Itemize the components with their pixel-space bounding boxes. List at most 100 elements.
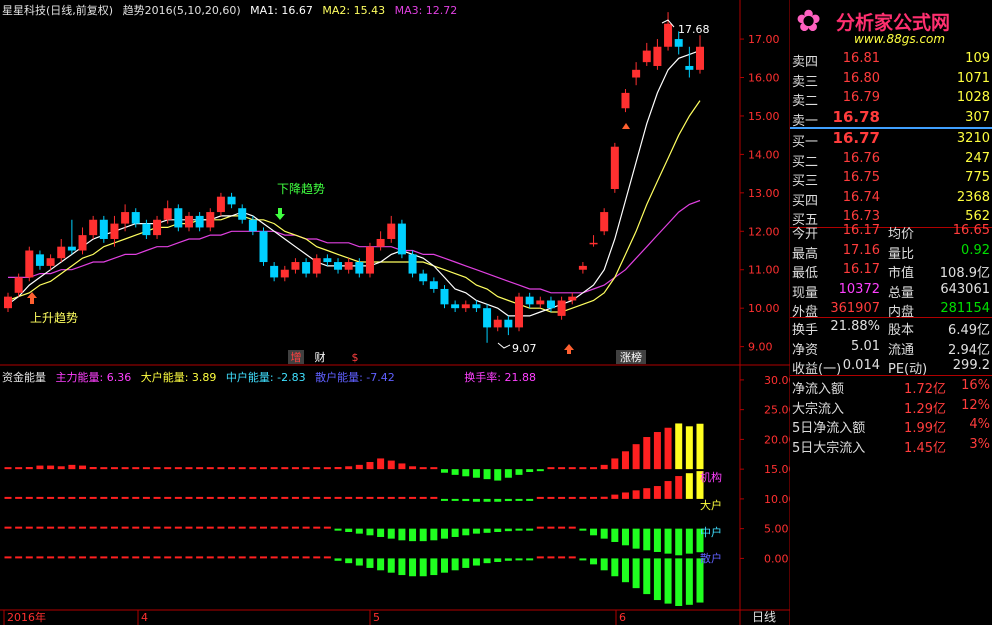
stat-label: 现量 — [792, 285, 819, 301]
energy-bar — [185, 467, 193, 470]
energy-bar — [323, 496, 331, 499]
energy-bar — [632, 558, 640, 589]
energy-bar — [206, 467, 214, 470]
energy-bar — [57, 526, 65, 529]
energy-bar — [228, 556, 236, 559]
energy-bar — [206, 526, 214, 529]
candle-body — [259, 231, 268, 263]
flow-percent: 16% — [961, 378, 990, 393]
energy-bar — [526, 558, 534, 561]
energy-bar — [451, 528, 459, 537]
energy-bar — [47, 496, 55, 499]
candle-body — [525, 296, 534, 305]
ma1-line — [7, 50, 701, 317]
sell-volume: 307 — [965, 109, 990, 125]
candle-body — [461, 304, 470, 309]
candle-body — [664, 23, 673, 47]
energy-bar — [153, 526, 161, 529]
energy-bar — [611, 494, 619, 499]
energy-bar — [504, 528, 512, 532]
energy-bar — [643, 437, 651, 470]
candle-body — [312, 258, 321, 274]
energy-bar — [462, 469, 470, 477]
sell-level-label: 卖四 — [792, 55, 819, 70]
candle-body — [504, 319, 513, 328]
candle-body — [653, 46, 662, 66]
energy-bar — [260, 556, 268, 559]
mid-energy: 中户能量: -2.83 — [225, 371, 306, 384]
energy-bar — [260, 467, 268, 470]
stat-row: 现量 10372 总量 643061 — [792, 281, 990, 301]
buy-row: 买三 16.75 775 — [792, 169, 990, 189]
energy-bar — [217, 556, 225, 559]
energy-bar — [653, 528, 661, 552]
buy-level-label: 买二 — [792, 154, 819, 170]
energy-bar — [217, 496, 225, 499]
energy-bar — [653, 486, 661, 499]
up-arrow-icon — [27, 292, 37, 304]
flow-row: 5日净流入额 1.99亿 4% — [792, 416, 990, 436]
energy-bar — [323, 556, 331, 559]
energy-bar — [483, 558, 491, 564]
energy-bar — [355, 558, 363, 566]
stat-value: 17.16 — [842, 242, 880, 258]
stat-value: 643061 — [940, 281, 990, 297]
energy-bar — [536, 469, 544, 472]
energy-bar — [68, 464, 76, 470]
energy-bar — [164, 556, 172, 559]
stock-chart-window: 9.00 10.00 11.00 12.00 13.00 14.00 15.00 16.00 1… — [0, 0, 992, 625]
ma3-line — [8, 199, 701, 294]
energy-bar — [164, 496, 172, 499]
ma1-value: MA1: 16.67 — [250, 4, 313, 17]
energy-bar — [515, 469, 523, 475]
buy-price: 16.76 — [842, 150, 880, 166]
stat-value: 0.92 — [961, 242, 990, 258]
buy-level-label: 买三 — [792, 174, 819, 189]
big-energy: 大户能量: 3.89 — [140, 371, 217, 384]
energy-bar — [323, 467, 331, 470]
energy-bar — [632, 490, 640, 499]
sub-indicator-name: 资金能量 — [2, 371, 46, 384]
energy-bar — [185, 556, 193, 559]
energy-bar — [291, 556, 299, 559]
energy-bar — [121, 526, 129, 529]
energy-bar — [196, 526, 204, 529]
energy-bar — [110, 467, 118, 470]
high-price-label: 17.68 — [678, 23, 710, 36]
stock-title: 星星科技(日线,前复权) — [2, 4, 114, 17]
energy-bar — [174, 467, 182, 470]
energy-bar — [621, 492, 629, 499]
energy-bar — [79, 496, 87, 499]
time-label: 6 — [619, 611, 626, 624]
stat-row: 最低 16.17 市值 108.9亿 — [792, 261, 990, 281]
energy-bar — [600, 558, 608, 571]
energy-bar — [238, 467, 246, 470]
energy-bar — [110, 526, 118, 529]
energy-bar — [238, 526, 246, 529]
energy-bar — [89, 556, 97, 559]
energy-bar — [174, 496, 182, 499]
sub-tick-label: 0.00 — [764, 552, 789, 565]
energy-bar — [100, 467, 108, 470]
energy-bar — [345, 496, 353, 499]
energy-bar — [366, 462, 374, 470]
energy-bar — [345, 528, 353, 532]
energy-bar — [153, 496, 161, 499]
candle-body — [493, 319, 502, 328]
energy-bar — [355, 464, 363, 470]
energy-bar — [238, 556, 246, 559]
down-arrow-icon — [275, 208, 285, 220]
fund-label: 净资 — [792, 342, 819, 358]
candle-body — [291, 262, 300, 270]
candle-body — [578, 265, 587, 270]
down-trend-label: 下降趋势 — [277, 182, 325, 196]
candle-body — [227, 196, 236, 205]
candle-body — [429, 281, 438, 289]
candle-body — [557, 300, 566, 316]
quote-panel: ✿ 分析家公式网 www.88gs.com 卖四 16.81 109 卖三 16.80 1… — [790, 0, 992, 625]
stat-value: 16.17 — [842, 262, 880, 277]
energy-bar — [100, 496, 108, 499]
energy-bar — [36, 526, 44, 529]
energy-bar — [366, 528, 374, 536]
energy-bar — [377, 528, 385, 537]
